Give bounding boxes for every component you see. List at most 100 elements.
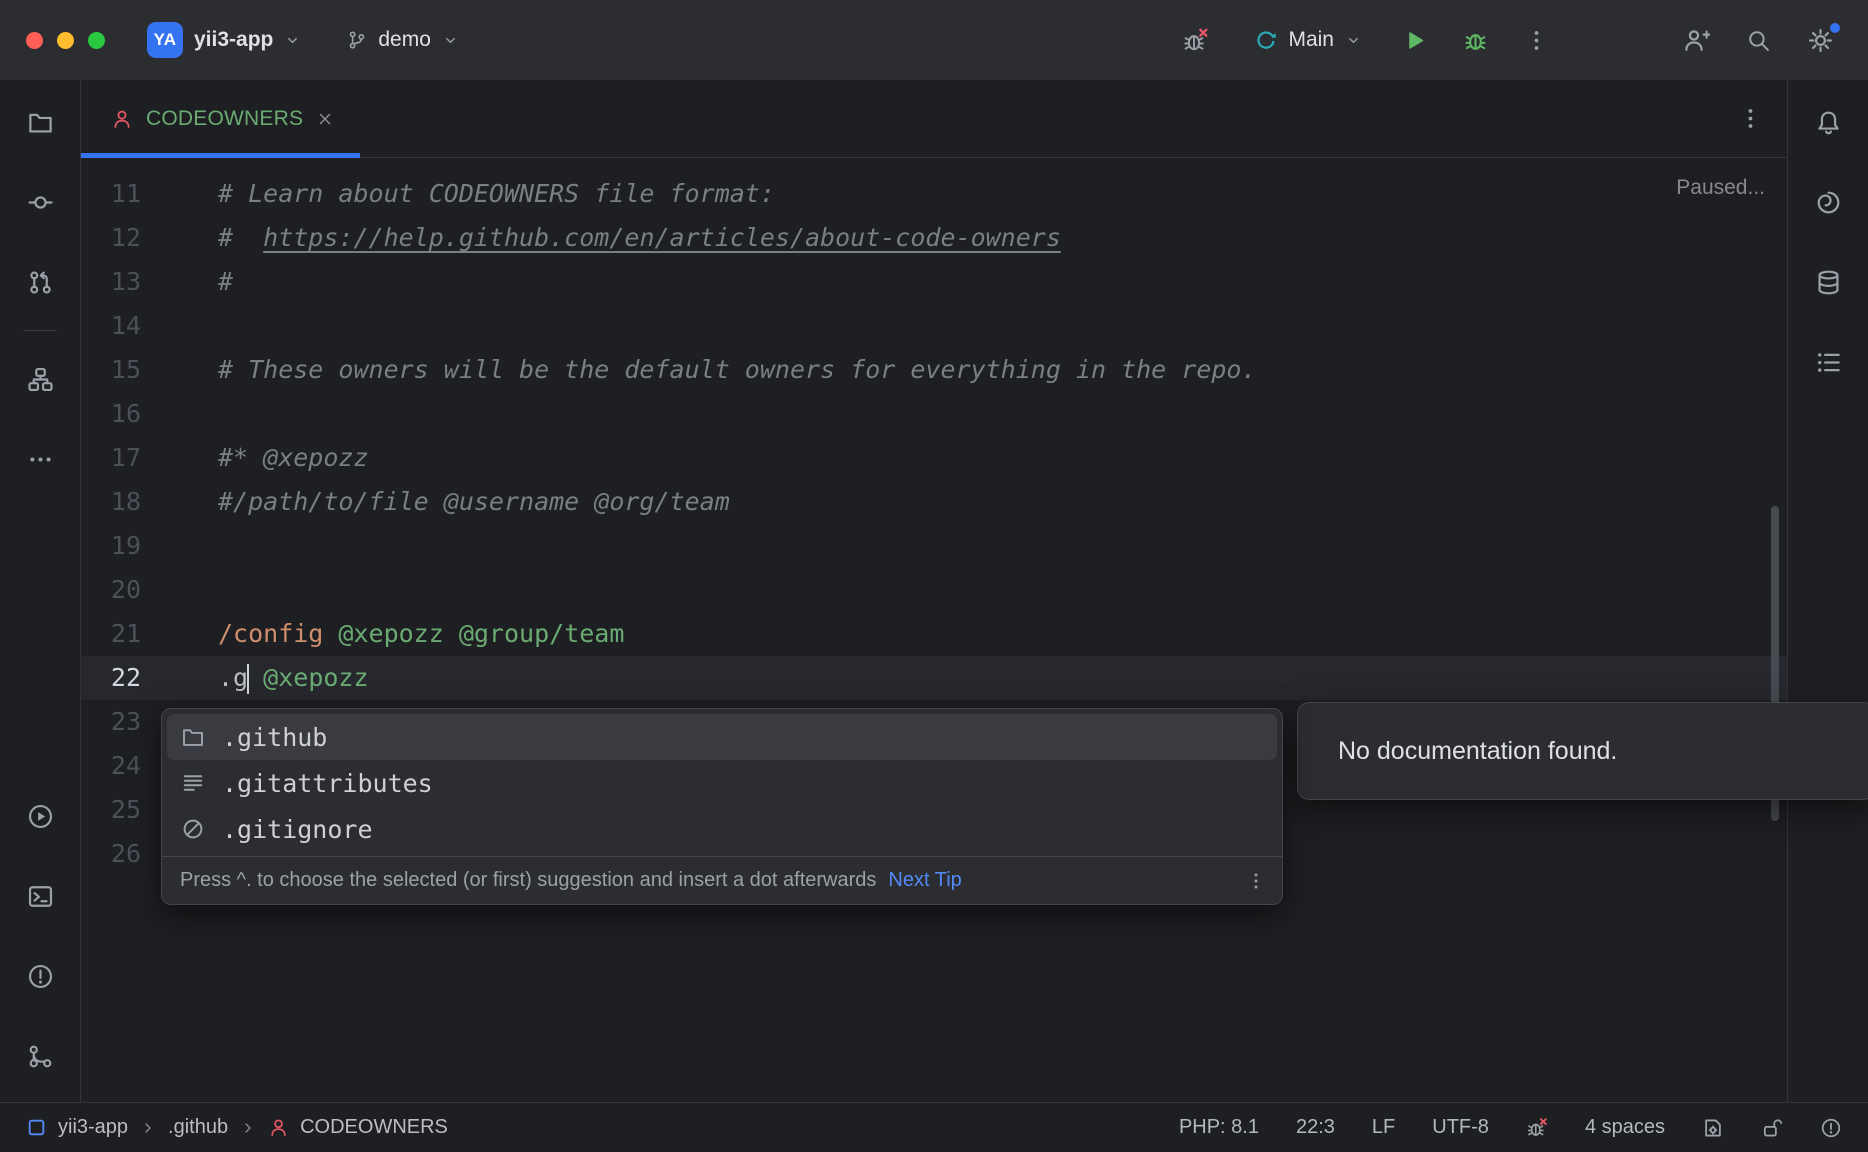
line-code: #* @xepozz <box>141 436 1787 480</box>
structure-tool-button[interactable] <box>12 351 68 407</box>
run-configuration-widget[interactable]: Main <box>1245 20 1372 60</box>
next-tip-link[interactable]: Next Tip <box>888 869 961 892</box>
more-dots-icon <box>27 446 54 473</box>
branch-widget[interactable]: demo <box>337 20 469 60</box>
line-code: # These owners will be the default owner… <box>141 348 1787 392</box>
hint-options-icon[interactable] <box>1246 871 1266 891</box>
debug-button[interactable] <box>1457 22 1494 59</box>
commit-icon <box>27 189 54 216</box>
code-line[interactable]: 22.g @xepozz <box>81 656 1787 700</box>
minimize-window-button[interactable] <box>57 32 74 49</box>
close-tab-icon[interactable] <box>316 110 334 128</box>
stripe-divider <box>23 330 57 331</box>
file-lock-icon[interactable] <box>1761 1117 1783 1139</box>
line-code: # https://help.github.com/en/articles/ab… <box>141 216 1787 260</box>
breadcrumbs: yii3-app .github CODEOWNERS <box>26 1116 448 1139</box>
code-line[interactable]: 16 <box>81 392 1787 436</box>
tab-label: CODEOWNERS <box>146 107 303 131</box>
inspections-widget-icon[interactable] <box>1820 1117 1842 1139</box>
code-token <box>323 619 338 648</box>
completion-hint-text: Press ^. to choose the selected (or firs… <box>180 869 876 892</box>
line-code: # <box>141 260 1787 304</box>
project-name: yii3-app <box>194 28 273 52</box>
notifications-tool-button[interactable] <box>1800 94 1856 150</box>
play-icon <box>1402 28 1427 53</box>
breadcrumb-item[interactable]: .github <box>168 1116 228 1139</box>
code-line[interactable]: 15# These owners will be the default own… <box>81 348 1787 392</box>
completion-item-label: .gitattributes <box>222 769 433 798</box>
line-separator[interactable]: LF <box>1372 1116 1395 1139</box>
code-token <box>248 663 263 692</box>
completion-item[interactable]: .github <box>167 714 1277 760</box>
ai-assistant-tool-button[interactable] <box>1800 174 1856 230</box>
breadcrumb-label: .github <box>168 1116 228 1139</box>
code-line[interactable]: 11# Learn about CODEOWNERS file format: <box>81 172 1787 216</box>
terminal-tool-button[interactable] <box>12 868 68 924</box>
completion-item[interactable]: .gitattributes <box>167 760 1277 806</box>
settings-button[interactable] <box>1801 21 1840 60</box>
breadcrumb-item[interactable]: yii3-app <box>26 1116 128 1139</box>
git-tool-button[interactable] <box>12 1028 68 1084</box>
tab-codeowners[interactable]: CODEOWNERS <box>81 80 360 157</box>
line-number: 23 <box>81 700 141 744</box>
code-token: .g <box>218 663 248 692</box>
problems-tool-button[interactable] <box>12 948 68 1004</box>
project-tool-button[interactable] <box>12 94 68 150</box>
code-line[interactable]: 21/config @xepozz @group/team <box>81 612 1787 656</box>
line-number: 24 <box>81 744 141 788</box>
todo-tool-button[interactable] <box>1800 334 1856 390</box>
code-line[interactable]: 17#* @xepozz <box>81 436 1787 480</box>
pull-requests-tool-button[interactable] <box>12 254 68 310</box>
line-code: /config @xepozz @group/team <box>141 612 1787 656</box>
line-code <box>141 304 1787 348</box>
zoom-window-button[interactable] <box>88 32 105 49</box>
code-line[interactable]: 20 <box>81 568 1787 612</box>
ai-assistant-icon <box>1815 189 1842 216</box>
todo-list-icon <box>1815 349 1842 376</box>
tab-list-options-button[interactable] <box>1732 80 1769 157</box>
indent-size[interactable]: 4 spaces <box>1585 1116 1665 1139</box>
code-token: #/path/to/file @username @org/team <box>218 487 730 516</box>
project-widget[interactable]: YA yii3-app <box>137 14 311 66</box>
close-window-button[interactable] <box>26 32 43 49</box>
caret-position[interactable]: 22:3 <box>1296 1116 1335 1139</box>
ignored-file-icon <box>181 817 205 841</box>
code-line[interactable]: 19 <box>81 524 1787 568</box>
code-line[interactable]: 14 <box>81 304 1787 348</box>
folder-icon <box>27 109 54 136</box>
code-token: # Learn about CODEOWNERS file format: <box>218 179 775 208</box>
codeowners-avatar-icon <box>268 1117 289 1138</box>
status-bar: yii3-app.githubCODEOWNERS PHP: 8.1 22:3 … <box>0 1102 1868 1152</box>
code-editor[interactable]: 11# Learn about CODEOWNERS file format:1… <box>81 158 1787 1102</box>
run-tool-button[interactable] <box>12 788 68 844</box>
code-line[interactable]: 12# https://help.github.com/en/articles/… <box>81 216 1787 260</box>
editor-area: CODEOWNERS 11# Learn about CODEOWNERS fi… <box>80 80 1788 1102</box>
more-actions-button[interactable] <box>1518 22 1555 59</box>
code-with-me-button[interactable] <box>1677 21 1716 60</box>
code-style-icon[interactable] <box>1702 1117 1724 1139</box>
commit-tool-button[interactable] <box>12 174 68 230</box>
line-code <box>141 568 1787 612</box>
php-version[interactable]: PHP: 8.1 <box>1179 1116 1259 1139</box>
database-icon <box>1815 269 1842 296</box>
line-number: 19 <box>81 524 141 568</box>
breadcrumb-item[interactable]: CODEOWNERS <box>268 1116 448 1139</box>
mute-breakpoints-button[interactable] <box>1176 21 1215 60</box>
code-token: @xepozz @group/team <box>338 619 624 648</box>
code-token: # <box>218 267 233 296</box>
code-line[interactable]: 13# <box>81 260 1787 304</box>
structure-icon <box>27 366 54 393</box>
branch-name: demo <box>378 28 431 52</box>
run-button[interactable] <box>1396 22 1433 59</box>
muted-breakpoints-icon[interactable] <box>1526 1117 1548 1139</box>
completion-item[interactable]: .gitignore <box>167 806 1277 852</box>
chevron-down-icon <box>442 32 459 49</box>
kebab-menu-icon <box>1524 28 1549 53</box>
database-tool-button[interactable] <box>1800 254 1856 310</box>
bell-icon <box>1815 109 1842 136</box>
search-everywhere-button[interactable] <box>1740 22 1777 59</box>
more-tool-windows-button[interactable] <box>12 431 68 487</box>
file-encoding[interactable]: UTF-8 <box>1432 1116 1489 1139</box>
line-number: 16 <box>81 392 141 436</box>
code-line[interactable]: 18#/path/to/file @username @org/team <box>81 480 1787 524</box>
